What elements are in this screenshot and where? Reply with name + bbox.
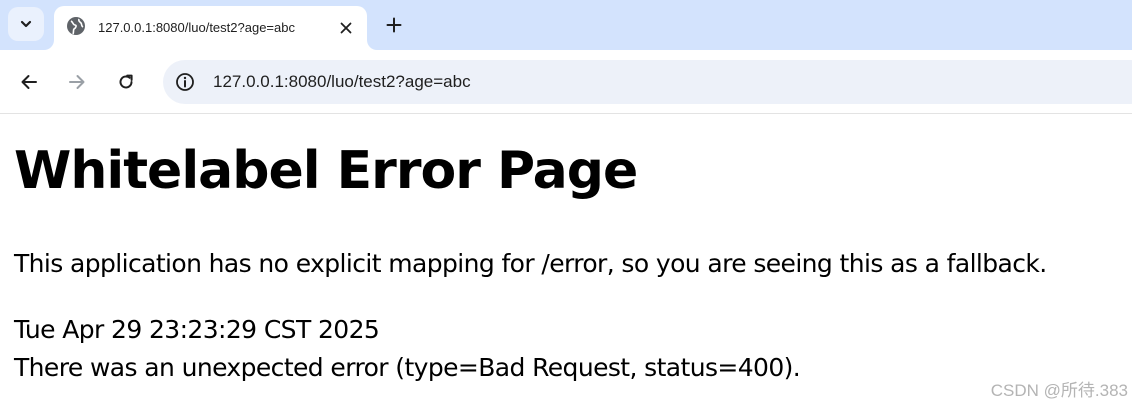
chevron-down-icon (20, 20, 32, 28)
site-info-button[interactable] (173, 70, 197, 94)
tab-title: 127.0.0.1:8080/luo/test2?age=abc (98, 20, 295, 35)
tab-close-button[interactable] (334, 16, 358, 40)
tab-strip: 127.0.0.1:8080/luo/test2?age=abc (0, 0, 1132, 50)
forward-button[interactable] (62, 67, 92, 97)
reload-icon (119, 74, 133, 89)
close-icon (340, 22, 352, 34)
browser-tab-active[interactable]: 127.0.0.1:8080/luo/test2?age=abc (54, 6, 367, 50)
tab-search-button[interactable] (8, 7, 44, 41)
error-description: This application has no explicit mapping… (14, 249, 1047, 278)
new-tab-button[interactable] (380, 11, 408, 39)
error-detail: There was an unexpected error (type=Bad … (14, 353, 801, 382)
address-bar[interactable]: 127.0.0.1:8080/luo/test2?age=abc (163, 60, 1132, 104)
arrow-left-icon (21, 75, 37, 89)
globe-icon (67, 17, 85, 35)
watermark: CSDN @所待.383 (990, 381, 1128, 400)
back-button[interactable] (14, 67, 44, 97)
error-timestamp: Tue Apr 29 23:23:29 CST 2025 (14, 315, 380, 344)
plus-icon (386, 17, 402, 33)
reload-button[interactable] (111, 67, 141, 97)
page-title: Whitelabel Error Page (14, 141, 638, 201)
url-text[interactable]: 127.0.0.1:8080/luo/test2?age=abc (213, 71, 471, 93)
info-icon (176, 73, 194, 91)
browser-toolbar: 127.0.0.1:8080/luo/test2?age=abc (0, 50, 1132, 114)
page-content: Whitelabel Error Page This application h… (0, 114, 1132, 409)
arrow-right-icon (69, 75, 85, 89)
